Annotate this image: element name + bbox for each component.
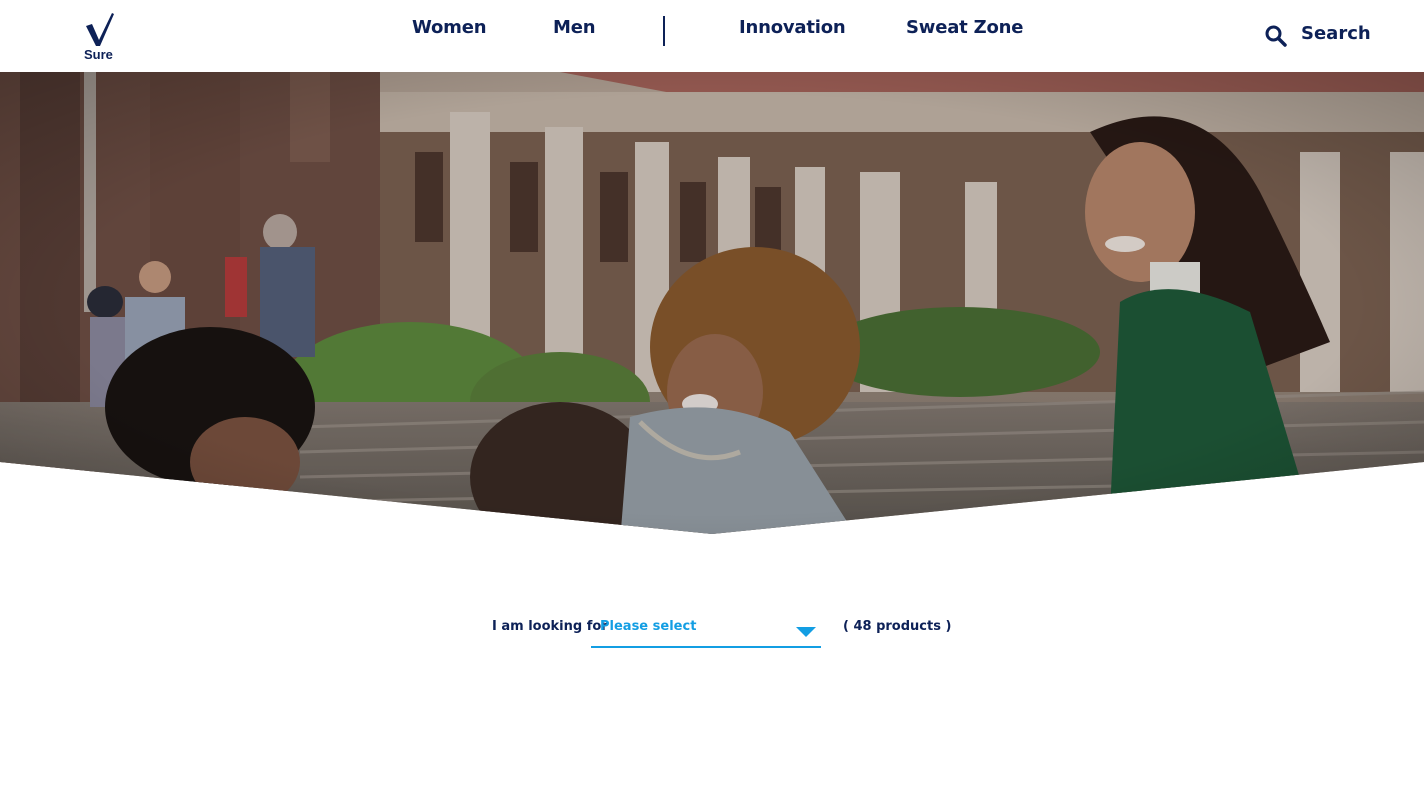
logo-checkmark-icon: Sure (84, 13, 114, 62)
nav-innovation[interactable]: Innovation (739, 17, 846, 38)
chevron-down-icon (796, 627, 816, 637)
nav-women[interactable]: Women (412, 17, 487, 38)
category-select[interactable]: Please select (591, 612, 821, 648)
nav-men[interactable]: Men (553, 17, 596, 38)
search-icon (1265, 25, 1287, 47)
product-count: ( 48 products ) (843, 619, 952, 634)
product-filter: I am looking for Please select ( 48 prod… (0, 612, 1424, 652)
logo-text: Sure (84, 47, 113, 62)
hero-image (0, 72, 1424, 537)
nav-divider (663, 16, 665, 46)
nav-sweat-zone[interactable]: Sweat Zone (906, 17, 1023, 38)
site-header: Sure Women Men Innovation Sweat Zone Sea… (0, 0, 1424, 72)
hero-photo (0, 72, 1424, 534)
select-value: Please select (600, 619, 697, 634)
search-label: Search (1301, 23, 1371, 44)
sure-logo[interactable]: Sure (82, 12, 118, 62)
